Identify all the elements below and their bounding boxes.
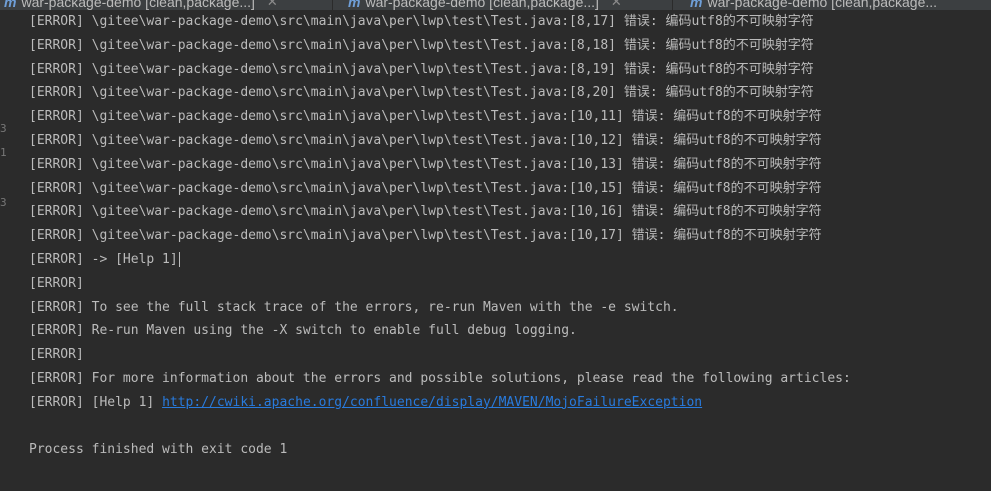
run-tab-label: war-package-demo [clean,package...] <box>365 0 599 10</box>
run-tab-bar: m war-package-demo [clean,package...] ✕ … <box>0 0 991 10</box>
console-line: [ERROR] For more information about the e… <box>29 370 851 386</box>
gutter-marker-icon: 1 <box>0 146 7 159</box>
console-line: [ERROR] \gitee\war-package-demo\src\main… <box>29 109 822 125</box>
console-line-text: [ERROR] -> [Help 1] <box>29 251 178 267</box>
console-line: [ERROR] \gitee\war-package-demo\src\main… <box>29 228 822 244</box>
console-line: [ERROR] Re-run Maven using the -X switch… <box>29 323 577 339</box>
gutter-marker-icon: 3 <box>0 196 7 209</box>
console-line: [ERROR] \gitee\war-package-demo\src\main… <box>29 14 814 29</box>
console-line: [ERROR] \gitee\war-package-demo\src\main… <box>29 204 822 220</box>
console-line: [ERROR] \gitee\war-package-demo\src\main… <box>29 37 814 53</box>
maven-run-icon: m <box>348 0 361 10</box>
run-tab-label: war-package-demo [clean,package...] <box>21 0 255 10</box>
help-link[interactable]: http://cwiki.apache.org/confluence/displ… <box>162 395 702 410</box>
tab-divider <box>672 0 673 10</box>
close-icon[interactable]: ✕ <box>611 0 622 10</box>
console-line: [ERROR] \gitee\war-package-demo\src\main… <box>29 85 814 101</box>
tab-divider <box>332 0 333 10</box>
console-line: [ERROR] \gitee\war-package-demo\src\main… <box>29 156 822 172</box>
console-line: [ERROR] \gitee\war-package-demo\src\main… <box>29 180 822 196</box>
run-tab-2[interactable]: m war-package-demo [clean,package...] ✕ <box>348 0 622 10</box>
console-line-help: [ERROR] [Help 1] http://cwiki.apache.org… <box>29 391 991 415</box>
run-tab-label: war-package-demo [clean,package... <box>707 0 938 10</box>
console-line: [ERROR] <box>29 347 84 363</box>
console-line: [ERROR] <box>29 275 84 291</box>
console-output[interactable]: [ERROR] \gitee\war-package-demo\src\main… <box>29 10 991 462</box>
run-tab-1[interactable]: m war-package-demo [clean,package...] ✕ <box>4 0 278 10</box>
run-console-window: m war-package-demo [clean,package...] ✕ … <box>0 0 991 491</box>
gutter-marker-icon: 3 <box>0 122 7 135</box>
console-line: [ERROR] \gitee\war-package-demo\src\main… <box>29 61 814 77</box>
run-tab-3[interactable]: m war-package-demo [clean,package... <box>690 0 937 10</box>
console-line: [ERROR] \gitee\war-package-demo\src\main… <box>29 132 822 148</box>
console-line-cursor: [ERROR] -> [Help 1] <box>29 248 991 272</box>
console-line: [ERROR] To see the full stack trace of t… <box>29 299 679 315</box>
process-exit-line: Process finished with exit code 1 <box>29 442 288 458</box>
maven-run-icon: m <box>690 0 703 10</box>
console-gutter: 3 1 3 <box>0 10 12 491</box>
maven-run-icon: m <box>4 0 17 10</box>
console-line-prefix: [ERROR] [Help 1] <box>29 394 163 410</box>
text-caret <box>178 251 180 267</box>
close-icon[interactable]: ✕ <box>267 0 278 10</box>
